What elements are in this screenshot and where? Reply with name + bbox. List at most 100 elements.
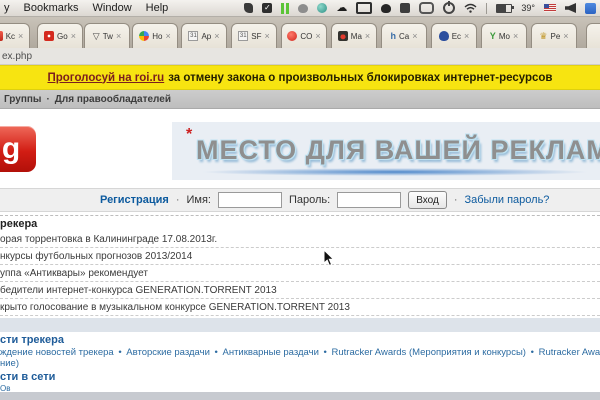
section-link[interactable]: Rutracker Awards xyxy=(539,347,600,358)
wifi-icon[interactable] xyxy=(464,3,477,13)
battery-icon[interactable] xyxy=(496,4,512,13)
tab-label: Ma xyxy=(351,32,362,41)
section-link[interactable]: ждение новостей трекера xyxy=(0,347,114,358)
url-fragment: ex.php xyxy=(2,51,32,62)
password-field[interactable] xyxy=(337,192,401,208)
browser-tab[interactable]: Ho × xyxy=(132,23,178,48)
browser-tab[interactable]: ♛ Pe × xyxy=(531,23,577,48)
bullet-separator: • xyxy=(322,347,329,358)
login-separator: · xyxy=(454,194,458,206)
favicon-plant-icon: Y xyxy=(490,31,496,41)
tab-close-icon[interactable]: × xyxy=(71,32,76,40)
browser-tab[interactable] xyxy=(586,23,600,49)
news-item-link[interactable]: бедители интернет-конкурса GENERATION.TO… xyxy=(0,283,600,299)
browser-tab[interactable]: Kc × xyxy=(0,23,30,48)
tab-close-icon[interactable]: × xyxy=(315,32,320,40)
bullet-separator: • xyxy=(116,347,123,358)
volume-icon[interactable] xyxy=(565,3,576,13)
clock-widget-icon[interactable] xyxy=(585,3,596,14)
menu-bookmarks[interactable]: Bookmarks xyxy=(24,2,79,14)
tab-close-icon[interactable]: × xyxy=(18,32,23,40)
notice-banner: Проголосуй на roi.ru за отмену закона о … xyxy=(0,65,600,90)
checkbox-icon[interactable]: ✓ xyxy=(262,3,272,13)
tab-close-icon[interactable]: × xyxy=(513,32,518,40)
news-item-link[interactable]: уппа «Антиквары» рекомендует xyxy=(0,266,600,282)
tracker-news-heading: сти трекера xyxy=(0,334,64,346)
browser-tab[interactable]: Ec × xyxy=(431,23,477,48)
forgot-password-link[interactable]: Забыли пароль? xyxy=(465,194,550,206)
news-item-link[interactable]: нкурсы футбольных прогнозов 2013/2014 xyxy=(0,249,600,265)
rightholders-link[interactable]: Для правообладателей xyxy=(55,94,171,105)
address-bar[interactable]: ex.php xyxy=(0,48,600,65)
favicon-dark-red-icon xyxy=(338,31,348,41)
login-button[interactable]: Вход xyxy=(408,191,447,209)
menu-history-partial[interactable]: y xyxy=(4,2,10,14)
favicon-blue-paw-icon xyxy=(439,31,449,41)
us-flag-icon[interactable] xyxy=(544,4,556,12)
section-link-wrapped-tail[interactable]: ние) xyxy=(0,358,19,369)
paw-icon[interactable] xyxy=(381,4,391,13)
browser-tab[interactable]: Ma × xyxy=(331,23,377,48)
temperature-label[interactable]: 39° xyxy=(521,3,535,13)
news-item-link[interactable]: орая торрентовка в Калининграде 17.08.20… xyxy=(0,232,600,248)
favicon-pinwheel-icon xyxy=(139,31,149,41)
menubar-divider xyxy=(486,3,487,14)
equalizer-icon[interactable] xyxy=(281,3,289,14)
browser-tab[interactable]: Go × xyxy=(37,23,83,48)
menu-window[interactable]: Window xyxy=(93,2,132,14)
power-icon[interactable] xyxy=(443,2,455,14)
section-link[interactable]: Антикварные раздачи xyxy=(223,347,319,358)
section-band xyxy=(0,318,600,332)
menu-items: y Bookmarks Window Help xyxy=(4,2,168,14)
username-field[interactable] xyxy=(218,192,282,208)
browser-tab[interactable]: 31 Ap × xyxy=(181,23,227,48)
macos-menubar: y Bookmarks Window Help ✓ ☁ 39° xyxy=(0,0,600,17)
notice-text: за отмену закона о произвольных блокиров… xyxy=(168,72,552,84)
hand-icon[interactable] xyxy=(244,3,253,13)
asterisk-icon: * xyxy=(186,126,192,144)
tab-label: Kc xyxy=(6,32,15,41)
tab-label: Ho xyxy=(152,32,162,41)
ad-banner[interactable]: * МЕСТО ДЛЯ ВАШЕЙ РЕКЛАМЫ xyxy=(172,122,600,180)
browser-tab[interactable]: 31 SF × xyxy=(231,23,277,48)
browser-tab[interactable]: CO × xyxy=(281,23,327,48)
tab-close-icon[interactable]: × xyxy=(563,32,568,40)
browser-tab[interactable]: Y Mo × xyxy=(481,23,527,48)
browser-tab-bar: Kc × Go × ▽ Tw × Ho × 31 Ap × 31 SF × xyxy=(0,17,600,48)
tab-close-icon[interactable]: × xyxy=(365,32,370,40)
tab-label: CO xyxy=(300,32,312,41)
site-nav-bar: Группы · Для правообладателей xyxy=(0,90,600,109)
register-link[interactable]: Регистрация xyxy=(100,194,169,206)
browser-tab[interactable]: h Ca × xyxy=(381,23,427,48)
section-link[interactable]: Авторские раздачи xyxy=(126,347,210,358)
section-link[interactable]: Rutracker Awards (Мероприятия и конкурсы… xyxy=(332,347,526,358)
tab-close-icon[interactable]: × xyxy=(214,32,219,40)
tab-close-icon[interactable]: × xyxy=(464,32,469,40)
favicon-red-square-icon xyxy=(0,31,3,41)
display-icon[interactable] xyxy=(356,2,372,14)
screen: y Bookmarks Window Help ✓ ☁ 39° xyxy=(0,0,600,400)
tab-close-icon[interactable]: × xyxy=(165,32,170,40)
globe-icon[interactable] xyxy=(317,3,327,13)
tab-label: Tw xyxy=(103,32,113,41)
chat-bubble-icon[interactable] xyxy=(419,2,434,14)
logo-letter: g xyxy=(2,132,20,166)
bullet-separator: • xyxy=(213,347,220,358)
site-logo[interactable]: g xyxy=(0,126,36,172)
tab-close-icon[interactable]: × xyxy=(412,32,417,40)
tab-close-icon[interactable]: × xyxy=(116,32,121,40)
tab-label: Mo xyxy=(499,32,510,41)
bear-icon[interactable] xyxy=(298,4,308,13)
tab-close-icon[interactable]: × xyxy=(264,32,269,40)
tab-label: Pe xyxy=(551,32,561,41)
groups-link[interactable]: Группы xyxy=(4,94,41,105)
separator xyxy=(0,215,600,216)
news-heading: рекера xyxy=(0,218,37,230)
app-square-icon[interactable] xyxy=(400,3,410,13)
menu-help[interactable]: Help xyxy=(146,2,169,14)
news-item-link[interactable]: крыто голосование в музыкальном конкурсе… xyxy=(0,300,600,316)
roi-vote-link[interactable]: Проголосуй на roi.ru xyxy=(47,72,164,84)
browser-tab[interactable]: ▽ Tw × xyxy=(84,23,130,48)
tab-label: Ec xyxy=(452,32,461,41)
cloud-icon[interactable]: ☁ xyxy=(336,3,347,14)
